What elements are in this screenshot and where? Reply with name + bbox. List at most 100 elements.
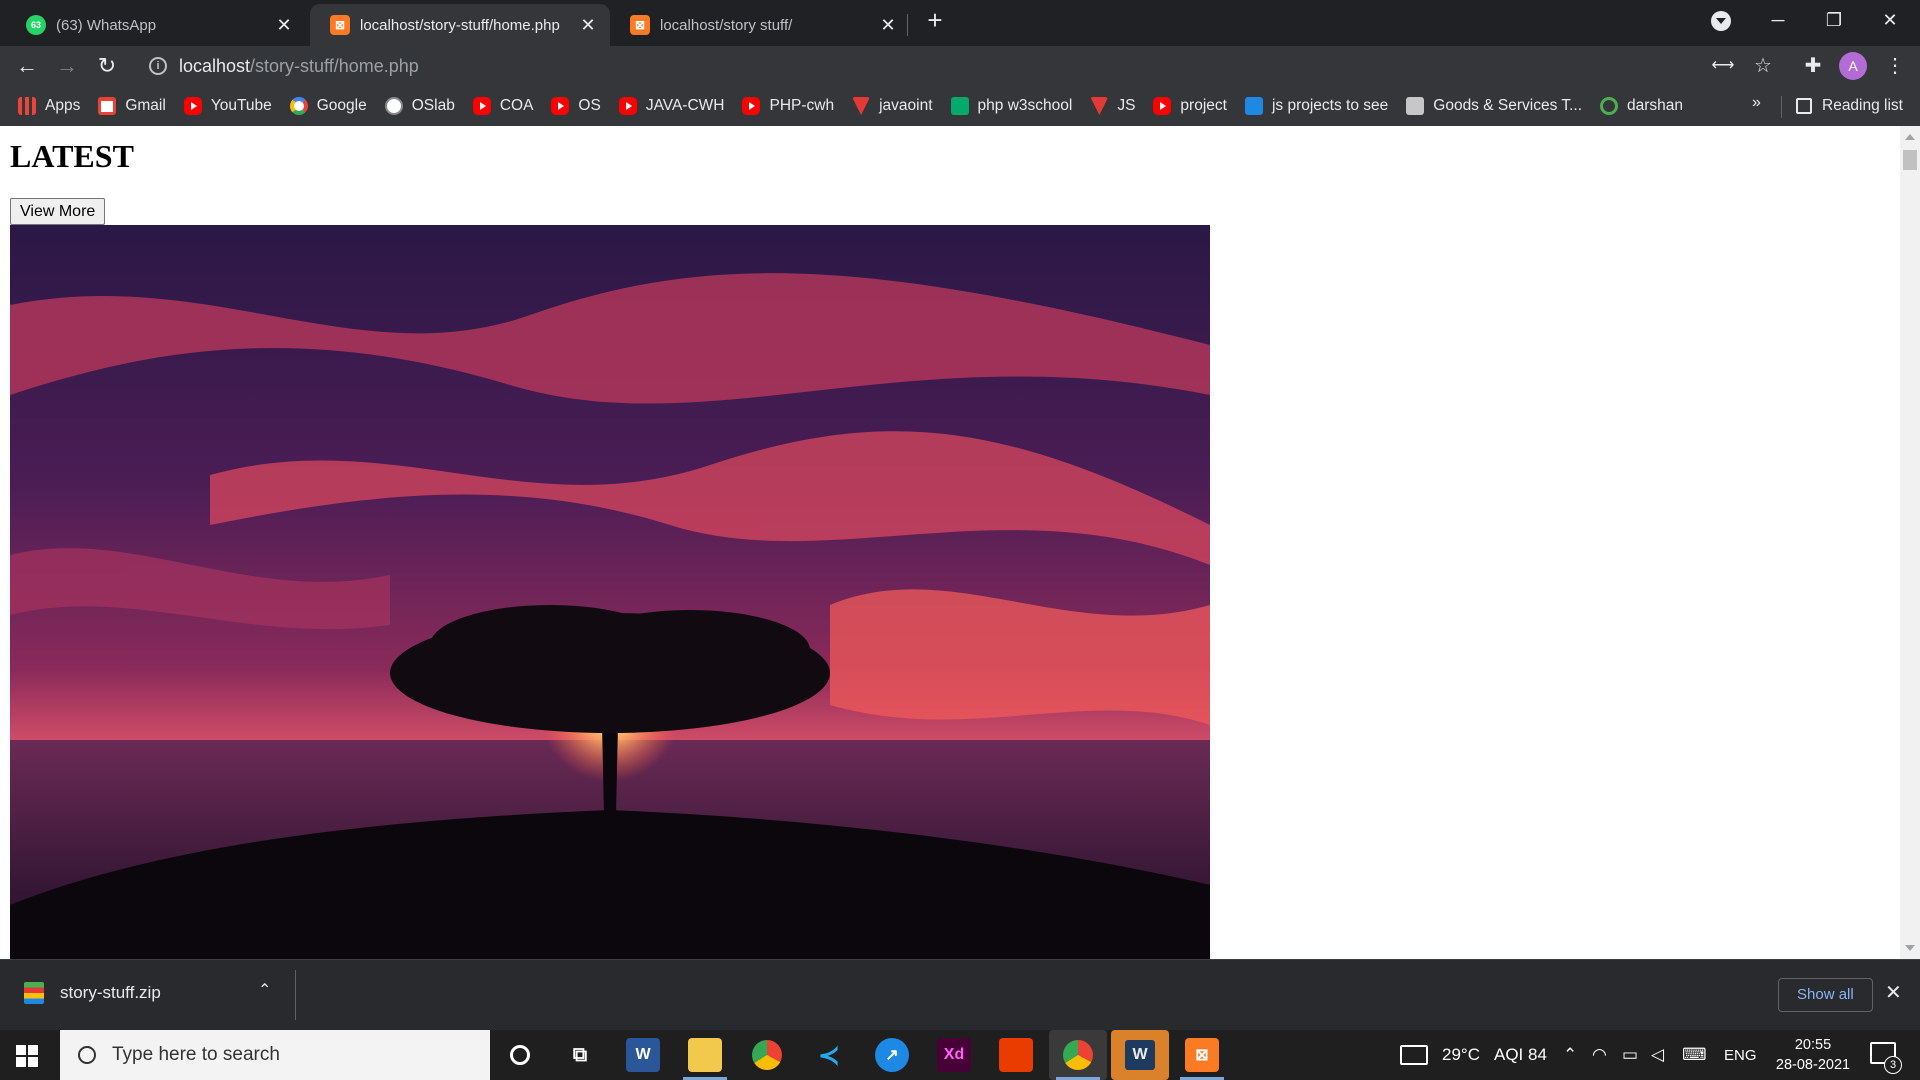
bookmark-java-cwh[interactable]: JAVA-CWH bbox=[618, 92, 724, 120]
bookmark-project[interactable]: project bbox=[1153, 92, 1227, 120]
tab-home-php[interactable]: ⊠ localhost/story-stuff/home.php ✕ bbox=[310, 4, 610, 46]
wifi-icon[interactable]: ◠ bbox=[1592, 1030, 1607, 1080]
wamp-icon[interactable]: W bbox=[1111, 1030, 1169, 1080]
close-window-button[interactable]: ✕ bbox=[1862, 0, 1918, 40]
tab-title: (63) WhatsApp bbox=[56, 16, 157, 34]
youtube-icon bbox=[742, 97, 761, 115]
address-bar[interactable]: i localhost /story-stuff/home.php bbox=[137, 49, 1767, 83]
app-icon[interactable]: ↗ bbox=[875, 1038, 909, 1072]
taskbar-search-box[interactable]: Type here to search bbox=[60, 1030, 490, 1080]
view-more-button[interactable]: View More bbox=[10, 198, 106, 225]
new-tab-button[interactable]: + bbox=[921, 6, 949, 34]
bookmark-coa[interactable]: COA bbox=[472, 92, 533, 120]
forward-button[interactable]: → bbox=[51, 50, 83, 82]
scroll-down-icon[interactable] bbox=[1905, 945, 1915, 951]
tray-chevron-icon[interactable]: ⌃ bbox=[1563, 1030, 1577, 1080]
back-button[interactable]: ← bbox=[11, 50, 43, 82]
bookmark-javaoint[interactable]: javaoint bbox=[852, 92, 933, 120]
close-tab-icon[interactable]: ✕ bbox=[274, 15, 294, 36]
bookmark-site-icon bbox=[1406, 97, 1425, 115]
weather-widget[interactable]: 29°C AQI 84 bbox=[1400, 1030, 1547, 1080]
tab-story-stuff[interactable]: ⊠ localhost/story stuff/ ✕ bbox=[610, 4, 910, 46]
cortana-icon[interactable] bbox=[503, 1038, 537, 1072]
zip-file-icon bbox=[24, 982, 44, 1004]
bookmark-oslab[interactable]: OSlab bbox=[384, 92, 455, 120]
tab-divider bbox=[907, 14, 908, 36]
word-icon[interactable]: W bbox=[626, 1038, 660, 1072]
bookmark-label: php w3school bbox=[977, 97, 1073, 114]
reload-button[interactable]: ↻ bbox=[91, 50, 123, 82]
bookmark-gmail[interactable]: Gmail bbox=[98, 92, 166, 120]
tab-search-icon[interactable] bbox=[1711, 11, 1731, 31]
xampp-icon[interactable]: ⊠ bbox=[1185, 1038, 1219, 1072]
bookmark-php-w3school[interactable]: php w3school bbox=[950, 92, 1073, 120]
page-scrollbar[interactable] bbox=[1900, 126, 1920, 959]
bookmark-js[interactable]: JS bbox=[1090, 92, 1135, 120]
vscode-icon[interactable]: ≺ bbox=[812, 1038, 846, 1072]
bookmark-php-cwh[interactable]: PHP-cwh bbox=[742, 92, 834, 120]
office-icon[interactable] bbox=[999, 1038, 1033, 1072]
google-icon bbox=[289, 97, 308, 115]
bookmark-apps[interactable]: Apps bbox=[18, 92, 80, 120]
more-bookmarks-button[interactable]: » bbox=[1752, 94, 1761, 112]
minimize-button[interactable]: ─ bbox=[1750, 0, 1806, 40]
xampp-icon: ⊠ bbox=[630, 15, 650, 35]
darshan-icon bbox=[1600, 97, 1619, 115]
search-placeholder: Type here to search bbox=[112, 1044, 280, 1065]
taskbar-clock[interactable]: 20:55 28-08-2021 bbox=[1770, 1035, 1856, 1075]
tab-title: localhost/story-stuff/home.php bbox=[360, 16, 560, 34]
bookmark-label: darshan bbox=[1627, 97, 1684, 114]
tab-title: localhost/story stuff/ bbox=[660, 16, 793, 34]
profile-avatar[interactable]: A bbox=[1839, 52, 1867, 80]
weather-temp: 29°C bbox=[1442, 1045, 1480, 1064]
volume-icon[interactable]: ◁ bbox=[1651, 1030, 1664, 1080]
file-explorer-icon[interactable] bbox=[688, 1038, 722, 1072]
tab-whatsapp[interactable]: 63 (63) WhatsApp ✕ bbox=[6, 4, 306, 46]
bookmark-label: YouTube bbox=[210, 97, 272, 114]
bookmark-os[interactable]: OS bbox=[551, 92, 601, 120]
reading-list-button[interactable]: Reading list bbox=[1796, 92, 1903, 120]
bookmark-google[interactable]: Google bbox=[289, 92, 367, 120]
apps-grid-icon bbox=[18, 97, 36, 115]
download-item[interactable]: story-stuff.zip bbox=[24, 982, 161, 1004]
close-shelf-icon[interactable]: ✕ bbox=[1885, 980, 1902, 1005]
url-host: localhost bbox=[179, 55, 251, 76]
bookmark-label: OS bbox=[578, 97, 601, 114]
close-tab-icon[interactable]: ✕ bbox=[578, 15, 598, 36]
keyboard-icon[interactable]: ⌨ bbox=[1682, 1030, 1707, 1080]
site-info-icon[interactable]: i bbox=[149, 57, 167, 75]
weather-aqi: AQI 84 bbox=[1493, 1045, 1547, 1064]
bookmark-label: js projects to see bbox=[1271, 97, 1389, 114]
bookmark-label: Goods & Services T... bbox=[1433, 97, 1583, 114]
bookmark-goods-services[interactable]: Goods & Services T... bbox=[1406, 92, 1582, 120]
chevron-up-icon[interactable]: ⌃ bbox=[258, 980, 271, 1000]
scrollbar-thumb[interactable] bbox=[1903, 150, 1917, 170]
page-viewport: LATEST View More bbox=[0, 126, 1900, 959]
translate-icon[interactable]: ⟷ bbox=[1709, 52, 1737, 80]
language-indicator[interactable]: ENG bbox=[1724, 1030, 1757, 1080]
youtube-icon bbox=[1153, 97, 1172, 115]
reading-list-icon bbox=[1796, 98, 1812, 114]
bookmark-darshan[interactable]: darshan bbox=[1600, 92, 1683, 120]
close-tab-icon[interactable]: ✕ bbox=[878, 15, 898, 36]
bookmark-label: Apps bbox=[45, 97, 81, 114]
task-view-icon[interactable]: ⧉ bbox=[563, 1038, 597, 1072]
bookmarks-divider bbox=[1781, 96, 1782, 118]
restore-button[interactable]: ❐ bbox=[1806, 0, 1862, 40]
bookmark-js-projects[interactable]: js projects to see bbox=[1244, 92, 1389, 120]
bookmark-star-icon[interactable]: ☆ bbox=[1749, 52, 1777, 80]
battery-icon[interactable]: ▭ bbox=[1622, 1030, 1638, 1080]
page-heading: LATEST bbox=[10, 138, 134, 174]
extensions-icon[interactable]: ✚ bbox=[1799, 52, 1827, 80]
menu-icon[interactable]: ⋮ bbox=[1881, 52, 1909, 80]
download-filename: story-stuff.zip bbox=[60, 983, 161, 1002]
chrome-icon[interactable] bbox=[750, 1038, 784, 1072]
bookmark-youtube[interactable]: YouTube bbox=[183, 92, 272, 120]
youtube-icon bbox=[183, 97, 202, 115]
adobe-xd-icon[interactable]: Xd bbox=[937, 1038, 971, 1072]
windows-start-icon[interactable] bbox=[16, 1045, 38, 1067]
chrome-profile-icon[interactable] bbox=[1049, 1030, 1107, 1080]
scroll-up-icon[interactable] bbox=[1905, 134, 1915, 140]
show-all-button[interactable]: Show all bbox=[1778, 978, 1873, 1012]
search-icon bbox=[78, 1046, 96, 1064]
